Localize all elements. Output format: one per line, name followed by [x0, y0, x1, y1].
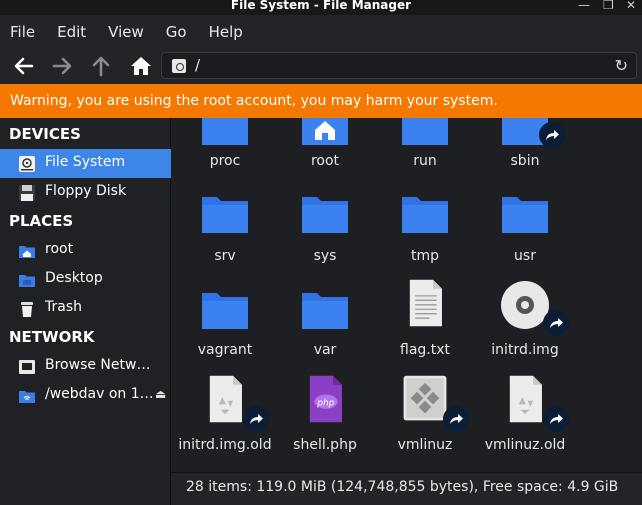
file-item-sbin[interactable]: sbin [475, 118, 575, 195]
menu-edit[interactable]: Edit [57, 23, 86, 41]
file-item-proc[interactable]: proc [175, 118, 275, 195]
file-item-run[interactable]: run [375, 118, 475, 195]
symlink-arrow-icon [543, 406, 569, 432]
sidebar-item-label: File System [45, 154, 126, 170]
floppy-icon [19, 185, 35, 201]
sidebar-item-label: Trash [45, 299, 82, 315]
menu-view[interactable]: View [108, 23, 144, 41]
file-item-tmp[interactable]: tmp [375, 188, 475, 283]
reload-icon[interactable]: ↻ [615, 56, 628, 75]
sidebar-item-root[interactable]: root [0, 236, 171, 265]
symlink-arrow-icon [543, 310, 569, 336]
menu-bar: File Edit View Go Help [0, 15, 642, 48]
network-icon [19, 360, 35, 374]
home-folder-icon [302, 118, 348, 145]
root-warning-banner: Warning, you are using the root account,… [0, 84, 642, 118]
back-arrow-icon[interactable] [11, 54, 37, 78]
file-item-vmlinuz-old[interactable]: vmlinuz.old [475, 374, 575, 469]
webdav-icon [19, 391, 35, 403]
sidebar-item-label: Desktop [45, 270, 103, 286]
warning-text: Warning, you are using the root account,… [10, 93, 498, 109]
symlink-arrow-icon [243, 406, 269, 432]
file-item-vmlinuz[interactable]: vmlinuz [375, 374, 475, 469]
sidebar-item-label: /webdav on 1… [45, 386, 154, 402]
file-name: vmlinuz.old [484, 437, 566, 453]
file-item-var[interactable]: var [275, 284, 375, 379]
file-item-shell-php[interactable]: php shell.php [275, 374, 375, 469]
text-file-icon [409, 279, 442, 327]
drive-icon [172, 59, 186, 73]
devices-header: DEVICES [9, 125, 81, 143]
sidebar: DEVICES File System Floppy Disk PLACES r… [0, 118, 171, 505]
sidebar-item-floppy-disk[interactable]: Floppy Disk [0, 178, 171, 207]
window-title: File System - File Manager [230, 0, 412, 12]
title-bar: File System - File Manager — ❐ ✕ [0, 0, 642, 15]
symlink-arrow-icon [443, 406, 469, 432]
file-item-srv[interactable]: srv [175, 188, 275, 283]
location-path[interactable]: / [195, 56, 200, 74]
folder-icon [302, 197, 348, 233]
folder-icon [502, 197, 548, 233]
symlink-arrow-icon [539, 122, 565, 148]
file-name: usr [514, 248, 536, 264]
network-header: NETWORK [9, 328, 95, 346]
sidebar-item-label: root [45, 241, 74, 257]
file-item-flag-txt[interactable]: flag.txt [375, 278, 475, 373]
menu-help[interactable]: Help [209, 23, 243, 41]
status-bar: 28 items: 119.0 MiB (124,748,855 bytes),… [171, 472, 642, 505]
sidebar-item-label: Browse Netw… [45, 357, 151, 373]
maximize-button[interactable]: ❐ [603, 0, 614, 12]
drive-icon [19, 156, 35, 172]
desktop-folder-icon [19, 275, 35, 287]
home-folder-icon [19, 246, 35, 258]
sidebar-item-webdav[interactable]: /webdav on 1… ⏏ [0, 381, 171, 410]
menu-file[interactable]: File [10, 23, 35, 41]
php-file-icon: php [309, 375, 342, 423]
location-bar[interactable]: / ↻ [161, 52, 637, 79]
places-header: PLACES [9, 212, 74, 230]
folder-icon [202, 118, 248, 145]
file-item-vagrant[interactable]: vagrant [175, 284, 275, 379]
eject-icon[interactable]: ⏏ [155, 387, 166, 401]
php-label: php [316, 398, 334, 408]
sidebar-item-browse-network[interactable]: Browse Netw… [0, 352, 171, 381]
file-grid: proc root run sbin srv sys tmp usr vagra… [171, 118, 642, 472]
folder-icon [202, 293, 248, 329]
file-item-root[interactable]: root [275, 118, 375, 195]
status-text: 28 items: 119.0 MiB (124,748,855 bytes),… [186, 479, 619, 495]
up-arrow-icon[interactable] [88, 54, 114, 78]
sidebar-item-desktop[interactable]: Desktop [0, 265, 171, 294]
file-name: sbin [510, 153, 540, 169]
sidebar-item-file-system[interactable]: File System [0, 149, 171, 178]
minimize-button[interactable]: — [578, 0, 590, 12]
forward-arrow-icon[interactable] [49, 54, 75, 78]
file-item-initrd-img[interactable]: initrd.img [475, 278, 575, 373]
folder-icon [302, 293, 348, 329]
folder-icon [202, 197, 248, 233]
sidebar-item-trash[interactable]: Trash [0, 294, 171, 323]
folder-icon [402, 118, 448, 145]
home-icon[interactable] [128, 54, 154, 78]
file-item-initrd-img-old[interactable]: initrd.img.old [175, 374, 275, 469]
folder-icon [402, 197, 448, 233]
file-item-sys[interactable]: sys [275, 188, 375, 283]
trash-icon [21, 302, 33, 317]
file-name: initrd.img [491, 342, 559, 358]
sidebar-item-label: Floppy Disk [45, 183, 127, 199]
file-item-usr[interactable]: usr [475, 188, 575, 283]
menu-go[interactable]: Go [166, 23, 187, 41]
close-button[interactable]: ✕ [626, 0, 636, 12]
